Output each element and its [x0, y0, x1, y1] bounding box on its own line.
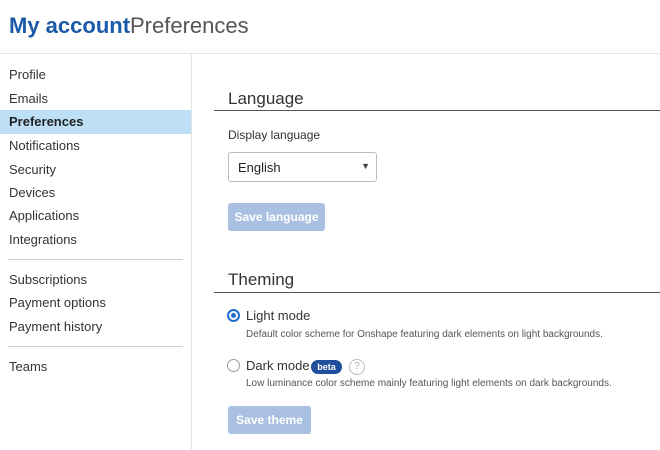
display-language-value: English [238, 160, 281, 175]
sidebar-item-notifications[interactable]: Notifications [0, 134, 191, 158]
dark-mode-label[interactable]: Dark mode [246, 358, 310, 373]
sidebar-item-subscriptions[interactable]: Subscriptions [0, 268, 191, 292]
save-theme-button[interactable]: Save theme [228, 406, 311, 434]
sidebar-divider [8, 346, 183, 347]
sidebar-item-emails[interactable]: Emails [0, 87, 191, 111]
beta-badge: beta [311, 360, 342, 374]
theming-section-title: Theming [228, 270, 295, 289]
chevron-down-icon: ▼ [361, 161, 370, 171]
page-header: My account Preferences [0, 0, 660, 54]
light-mode-radio[interactable] [227, 309, 240, 322]
sidebar-item-devices[interactable]: Devices [0, 181, 191, 205]
dark-mode-radio[interactable] [227, 359, 240, 372]
display-language-label: Display language [228, 128, 321, 142]
page-subtitle: Preferences [130, 13, 249, 38]
section-divider [214, 110, 660, 111]
sidebar-item-teams[interactable]: Teams [0, 355, 191, 379]
light-mode-description: Default color scheme for Onshape featuri… [246, 329, 603, 340]
section-divider [214, 292, 660, 293]
sidebar-item-integrations[interactable]: Integrations [0, 228, 191, 252]
help-icon[interactable]: ? [349, 359, 365, 375]
sidebar-item-preferences[interactable]: Preferences [0, 110, 191, 134]
dark-mode-description: Low luminance color scheme mainly featur… [246, 378, 612, 389]
sidebar-nav: Profile Emails Preferences Notifications… [0, 54, 192, 450]
sidebar-item-applications[interactable]: Applications [0, 204, 191, 228]
sidebar-item-security[interactable]: Security [0, 158, 191, 182]
light-mode-label[interactable]: Light mode [246, 308, 310, 323]
display-language-select[interactable]: English ▼ [228, 152, 377, 182]
sidebar-divider [8, 259, 183, 260]
sidebar-item-payment-options[interactable]: Payment options [0, 291, 191, 315]
save-language-button[interactable]: Save language [228, 203, 325, 231]
sidebar-item-payment-history[interactable]: Payment history [0, 315, 191, 339]
language-section-title: Language [228, 89, 304, 108]
page-title: My account [9, 13, 131, 38]
sidebar-item-profile[interactable]: Profile [0, 63, 191, 87]
